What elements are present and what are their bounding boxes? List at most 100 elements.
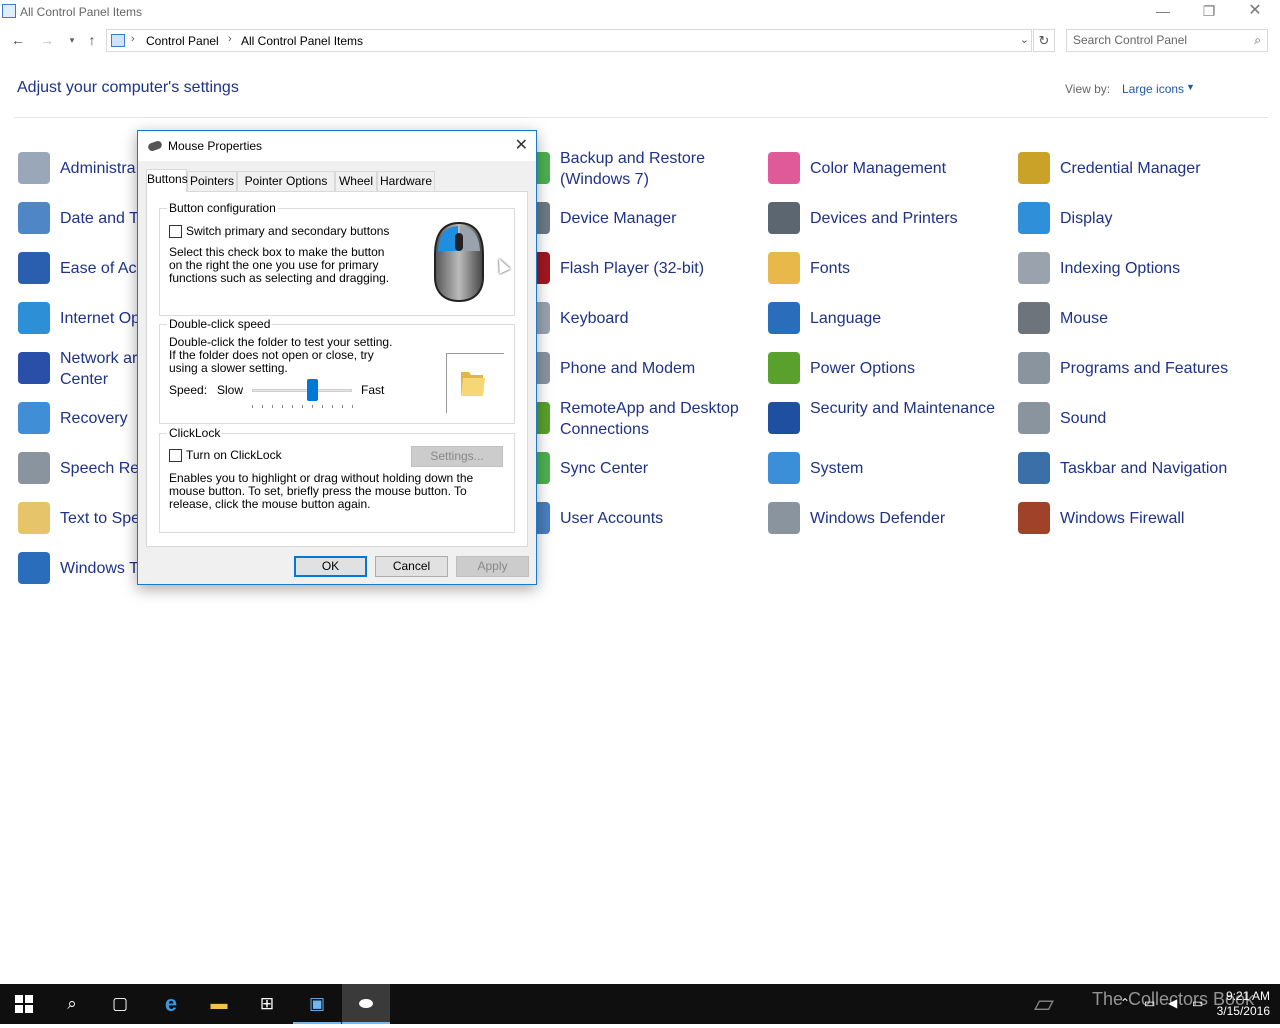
refresh-button[interactable]: ↻	[1033, 29, 1055, 52]
item-label[interactable]: Sync Center	[560, 458, 648, 479]
control-panel-item[interactable]: User Accounts	[518, 500, 758, 544]
tab-buttons[interactable]: Buttons	[146, 169, 188, 192]
network-icon[interactable]: ▭	[1144, 996, 1155, 1010]
switch-buttons-label[interactable]: Switch primary and secondary buttons	[186, 225, 389, 238]
breadcrumb-control-panel[interactable]: Control Panel	[146, 34, 219, 48]
item-label[interactable]: Credential Manager	[1060, 158, 1201, 179]
caret-down-icon[interactable]: ▼	[1186, 82, 1195, 92]
item-label[interactable]: Language	[810, 308, 881, 329]
control-panel-item[interactable]: Sync Center	[518, 450, 758, 494]
admin-tools-icon[interactable]	[18, 152, 50, 184]
sound-icon[interactable]	[1018, 402, 1050, 434]
tab-wheel[interactable]: Wheel	[335, 171, 377, 191]
item-label[interactable]: Taskbar and Navigation	[1060, 458, 1227, 479]
search-icon[interactable]: ⌕	[48, 984, 96, 1024]
mouse-icon[interactable]	[1018, 302, 1050, 334]
display-icon[interactable]	[1018, 202, 1050, 234]
item-label[interactable]: Phone and Modem	[560, 358, 695, 379]
speed-slider-thumb[interactable]	[307, 379, 318, 401]
item-label[interactable]: Windows T	[60, 558, 139, 579]
internet-options-icon[interactable]	[18, 302, 50, 334]
address-bar[interactable]: › Control Panel › All Control Panel Item…	[106, 29, 1032, 52]
show-hidden-icons[interactable]: ⌃	[1120, 996, 1130, 1010]
control-panel-item[interactable]: Backup and Restore (Windows 7)	[518, 150, 758, 194]
edge-browser-icon[interactable]: e	[147, 984, 195, 1024]
item-label[interactable]: Security and Maintenance	[810, 398, 1000, 419]
breadcrumb-separator[interactable]: ›	[228, 33, 232, 45]
minimize-button[interactable]: —	[1140, 0, 1186, 24]
item-label[interactable]: Recovery	[60, 408, 128, 429]
item-label[interactable]: Fonts	[810, 258, 850, 279]
breadcrumb-separator[interactable]: ›	[131, 33, 135, 45]
tab-pointer-options[interactable]: Pointer Options	[237, 171, 335, 191]
control-panel-item[interactable]: Sound	[1018, 400, 1258, 444]
power-options-icon[interactable]	[768, 352, 800, 384]
item-label[interactable]: Mouse	[1060, 308, 1108, 329]
item-label[interactable]: Programs and Features	[1060, 358, 1228, 379]
devices-printers-icon[interactable]	[768, 202, 800, 234]
control-panel-item[interactable]: RemoteApp and Desktop Connections	[518, 400, 758, 444]
item-label[interactable]: Sound	[1060, 408, 1106, 429]
item-label[interactable]: Internet Op	[60, 308, 140, 329]
mouse-properties-taskbar-icon[interactable]: ⬬	[342, 984, 390, 1024]
control-panel-item[interactable]: Keyboard	[518, 300, 758, 344]
control-panel-item[interactable]: Flash Player (32-bit)	[518, 250, 758, 294]
control-panel-item[interactable]: Windows Defender	[768, 500, 1008, 544]
clicklock-checkbox[interactable]	[169, 449, 182, 462]
control-panel-item[interactable]: Windows Firewall	[1018, 500, 1258, 544]
control-panel-item[interactable]: Display	[1018, 200, 1258, 244]
control-panel-item[interactable]: Fonts	[768, 250, 1008, 294]
control-panel-item[interactable]: Power Options	[768, 350, 1008, 394]
ok-button[interactable]: OK	[294, 556, 367, 577]
store-icon[interactable]: ⊞	[243, 984, 291, 1024]
tab-hardware[interactable]: Hardware	[377, 171, 435, 191]
control-panel-item[interactable]: Color Management	[768, 150, 1008, 194]
indexing-options-icon[interactable]	[1018, 252, 1050, 284]
search-icon[interactable]: ⌕	[1254, 33, 1261, 48]
forward-button[interactable]: →	[37, 30, 57, 50]
breadcrumb-all-items[interactable]: All Control Panel Items	[241, 34, 363, 48]
speech-recognition-icon[interactable]	[18, 452, 50, 484]
item-label[interactable]: Ease of Acc	[60, 258, 145, 279]
control-panel-item[interactable]: Security and Maintenance	[768, 400, 1008, 444]
item-label[interactable]: User Accounts	[560, 508, 663, 529]
system-icon[interactable]	[768, 452, 800, 484]
item-label[interactable]: Devices and Printers	[810, 208, 958, 229]
credential-manager-icon[interactable]	[1018, 152, 1050, 184]
file-explorer-icon[interactable]: ▬	[195, 984, 243, 1024]
control-panel-item[interactable]: Devices and Printers	[768, 200, 1008, 244]
tab-pointers[interactable]: Pointers	[187, 171, 237, 191]
control-panel-item[interactable]: Programs and Features	[1018, 350, 1258, 394]
date-time-icon[interactable]	[18, 202, 50, 234]
up-button[interactable]: ↑	[82, 30, 102, 50]
windows-to-go-icon[interactable]	[18, 552, 50, 584]
clicklock-settings-button[interactable]: Settings...	[411, 446, 503, 467]
item-label[interactable]: Keyboard	[560, 308, 629, 329]
clicklock-label[interactable]: Turn on ClickLock	[186, 449, 282, 462]
item-label[interactable]: Windows Firewall	[1060, 508, 1184, 529]
item-label[interactable]: Display	[1060, 208, 1112, 229]
item-label[interactable]: Windows Defender	[810, 508, 945, 529]
control-panel-item[interactable]: Phone and Modem	[518, 350, 758, 394]
apply-button[interactable]: Apply	[456, 556, 529, 577]
control-panel-item[interactable]: Taskbar and Navigation	[1018, 450, 1258, 494]
item-label[interactable]: Indexing Options	[1060, 258, 1180, 279]
fonts-icon[interactable]	[768, 252, 800, 284]
control-panel-item[interactable]: Indexing Options	[1018, 250, 1258, 294]
clock[interactable]: 9:21 AM 3/15/2016	[1212, 989, 1270, 1019]
windows-defender-icon[interactable]	[768, 502, 800, 534]
restore-button[interactable]: ❐	[1186, 0, 1232, 24]
switch-buttons-checkbox[interactable]	[169, 225, 182, 238]
dialog-close-button[interactable]: ✕	[515, 135, 528, 155]
taskbar-navigation-icon[interactable]	[1018, 452, 1050, 484]
folder-icon[interactable]	[459, 368, 487, 398]
item-label[interactable]: System	[810, 458, 863, 479]
recovery-icon[interactable]	[18, 402, 50, 434]
control-panel-item[interactable]: Mouse	[1018, 300, 1258, 344]
security-maintenance-icon[interactable]	[768, 402, 800, 434]
volume-icon[interactable]: ◀	[1168, 996, 1177, 1010]
item-label[interactable]: Speech Rec	[60, 458, 147, 479]
programs-features-icon[interactable]	[1018, 352, 1050, 384]
item-label[interactable]: Backup and Restore (Windows 7)	[560, 148, 750, 190]
chevron-down-icon[interactable]: ⌄	[1020, 33, 1029, 46]
